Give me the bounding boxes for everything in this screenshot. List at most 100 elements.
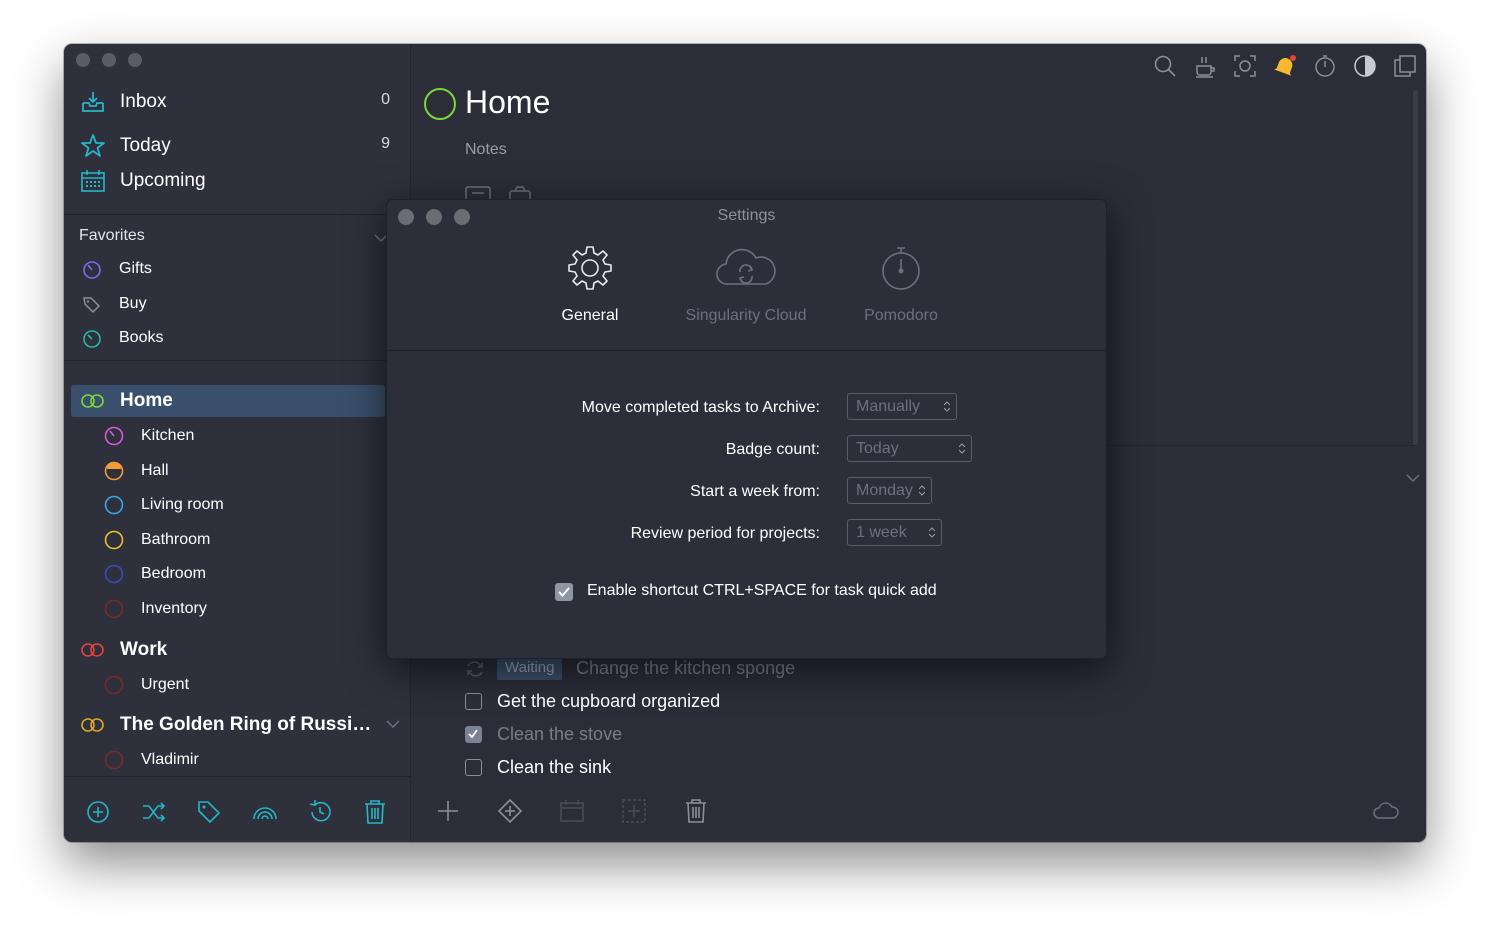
project-item-vladimir[interactable]: Vladimir (64, 745, 410, 777)
project-circle-icon (104, 495, 124, 515)
dialog-title: Settings (717, 207, 776, 224)
tab-singularity-cloud[interactable]: Singularity Cloud (676, 244, 816, 334)
select-arrows-icon (944, 401, 950, 412)
favorite-item-buy[interactable]: Buy (64, 289, 410, 321)
archive-select[interactable]: Manually (847, 393, 957, 420)
project-home[interactable]: Home (64, 385, 410, 417)
shortcut-checkbox-label[interactable]: Enable shortcut CTRL+SPACE for task quic… (587, 582, 937, 600)
project-item-hall[interactable]: Hall (64, 456, 410, 488)
project-progress-icon (83, 261, 101, 279)
calendar-icon (81, 170, 105, 192)
favorite-label: Gifts (119, 260, 152, 277)
tab-label: Singularity Cloud (685, 307, 807, 324)
trash-icon[interactable] (362, 799, 388, 825)
task-checkbox[interactable] (465, 693, 482, 710)
trash-icon[interactable] (683, 798, 709, 824)
task-checkbox[interactable] (465, 726, 482, 743)
project-golden-ring[interactable]: The Golden Ring of Russi… (64, 709, 410, 741)
shuffle-icon[interactable] (141, 799, 167, 825)
favorite-item-gifts[interactable]: Gifts (64, 254, 410, 286)
page-title[interactable]: Home (465, 84, 550, 121)
coffee-icon[interactable] (1193, 54, 1217, 78)
select-arrows-icon (959, 443, 965, 454)
settings-dialog: Settings General Singularity Cloud Pomod… (386, 199, 1107, 659)
select-arrows-icon (919, 485, 925, 496)
project-group-icon (81, 643, 104, 657)
tab-pomodoro[interactable]: Pomodoro (831, 244, 971, 334)
sidebar-divider (64, 360, 410, 361)
sidebar: Inbox 0 Today 9 Upcoming Favorites Gifts… (64, 44, 411, 842)
task-row[interactable]: Clean the stove (465, 722, 865, 750)
sidebar-item-upcoming[interactable]: Upcoming (64, 164, 410, 198)
project-circle-icon (104, 599, 124, 619)
sidebar-item-inbox[interactable]: Inbox 0 (64, 85, 410, 119)
project-label: Urgent (141, 676, 190, 693)
move-icon[interactable] (621, 798, 647, 824)
timer-icon[interactable] (1313, 54, 1337, 78)
status-badge: Waiting (497, 656, 563, 680)
project-circle-icon (104, 530, 124, 550)
project-group-icon (81, 718, 104, 732)
project-circle-icon (104, 750, 124, 770)
project-circle-icon[interactable] (423, 87, 457, 121)
project-label: Kitchen (141, 427, 195, 444)
tag-icon[interactable] (196, 799, 222, 825)
project-progress-icon (104, 426, 124, 446)
theme-toggle-icon[interactable] (1353, 54, 1377, 78)
history-icon[interactable] (307, 799, 333, 825)
notes-field[interactable]: Notes (465, 141, 507, 159)
sidebar-divider (64, 214, 410, 215)
repeat-icon (467, 661, 483, 677)
project-item-living-room[interactable]: Living room (64, 490, 410, 522)
main-toolbar (411, 776, 1426, 842)
badge-count-label: Badge count: (725, 441, 820, 458)
today-count: 9 (381, 135, 390, 152)
focus-icon[interactable] (1233, 54, 1257, 78)
rainbow-icon[interactable] (252, 799, 278, 825)
tab-general[interactable]: General (520, 244, 660, 334)
task-title: Change the kitchen sponge (576, 658, 796, 678)
review-period-label: Review period for projects: (630, 525, 820, 542)
task-checkbox[interactable] (465, 759, 482, 776)
dialog-divider (387, 350, 1106, 351)
project-work[interactable]: Work (64, 634, 410, 666)
tab-label: General (561, 307, 619, 324)
chevron-down-icon[interactable] (384, 715, 402, 733)
favorite-item-books[interactable]: Books (64, 323, 410, 355)
chevron-down-icon[interactable] (1404, 469, 1422, 487)
select-value: 1 week (856, 524, 907, 541)
add-task-icon[interactable] (435, 798, 461, 824)
project-item-inventory[interactable]: Inventory (64, 594, 410, 626)
task-title: Get the cupboard organized (497, 691, 721, 711)
project-label: Hall (141, 462, 169, 479)
review-period-select[interactable]: 1 week (847, 519, 942, 546)
project-item-urgent[interactable]: Urgent (64, 670, 410, 702)
task-row[interactable]: Waiting Change the kitchen sponge (465, 656, 865, 684)
copy-window-icon[interactable] (1393, 54, 1417, 78)
scrollbar[interactable] (1413, 90, 1418, 445)
favorites-heading[interactable]: Favorites (79, 227, 145, 245)
window-minimize-button[interactable] (102, 53, 116, 67)
sidebar-item-label: Today (120, 135, 171, 156)
project-item-kitchen[interactable]: Kitchen (64, 421, 410, 453)
checkmark-icon (468, 729, 478, 739)
window-zoom-button[interactable] (128, 53, 142, 67)
notification-bell-icon[interactable] (1273, 54, 1297, 78)
badge-count-select[interactable]: Today (847, 435, 972, 462)
search-icon[interactable] (1153, 54, 1177, 78)
tab-label: Pomodoro (864, 307, 938, 324)
calendar-icon[interactable] (559, 798, 585, 824)
cloud-sync-icon[interactable] (1373, 798, 1399, 824)
window-close-button[interactable] (76, 53, 90, 67)
week-start-select[interactable]: Monday (847, 477, 932, 504)
add-project-icon[interactable] (85, 799, 111, 825)
cloud-sync-icon (716, 248, 776, 285)
project-item-bedroom[interactable]: Bedroom (64, 559, 410, 591)
project-item-bathroom[interactable]: Bathroom (64, 525, 410, 557)
sidebar-item-today[interactable]: Today 9 (64, 129, 410, 163)
archive-setting-label: Move completed tasks to Archive: (581, 399, 820, 416)
inbox-icon (82, 92, 104, 112)
shortcut-checkbox[interactable] (555, 583, 573, 601)
add-section-icon[interactable] (497, 798, 523, 824)
task-row[interactable]: Get the cupboard organized (465, 689, 865, 717)
